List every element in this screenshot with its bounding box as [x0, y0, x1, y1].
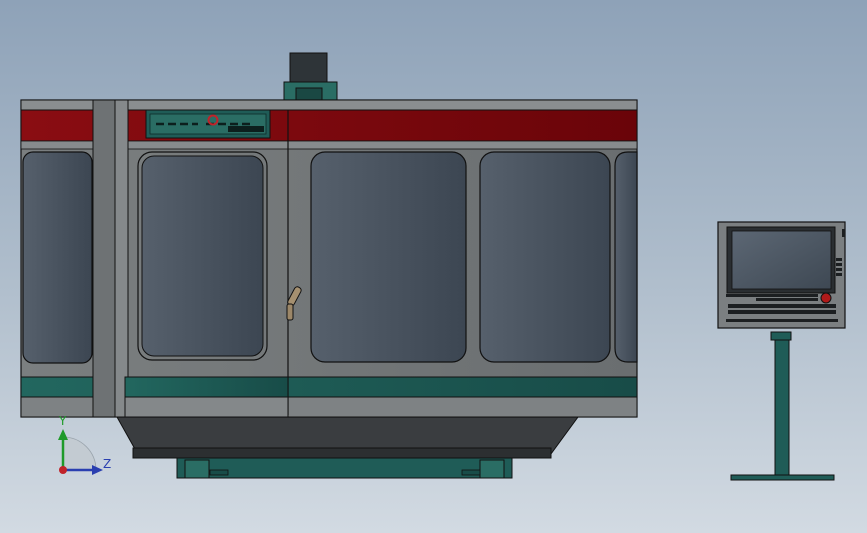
side-window-1 — [310, 151, 467, 363]
pendant-screen — [731, 230, 832, 290]
door-window — [141, 155, 264, 357]
side-window-3 — [614, 151, 638, 363]
pendant-base — [730, 474, 835, 481]
estop-button[interactable] — [820, 292, 832, 304]
spindle-motor — [283, 52, 338, 102]
pendant-stand — [774, 339, 790, 477]
side-window-2 — [479, 151, 611, 363]
model-drawing — [20, 52, 846, 481]
z-axis-label: Z — [103, 457, 112, 471]
left-pillar — [92, 99, 116, 418]
brand-logo — [145, 109, 271, 139]
x-axis-dot — [59, 466, 67, 474]
cad-viewport[interactable]: Y Z — [0, 0, 867, 533]
machine-base — [116, 416, 579, 479]
window-left — [22, 151, 93, 364]
y-axis-label: Y — [59, 414, 67, 428]
axis-triad — [58, 429, 103, 475]
cnc-machine[interactable] — [20, 52, 638, 479]
control-pendant[interactable] — [717, 221, 846, 481]
